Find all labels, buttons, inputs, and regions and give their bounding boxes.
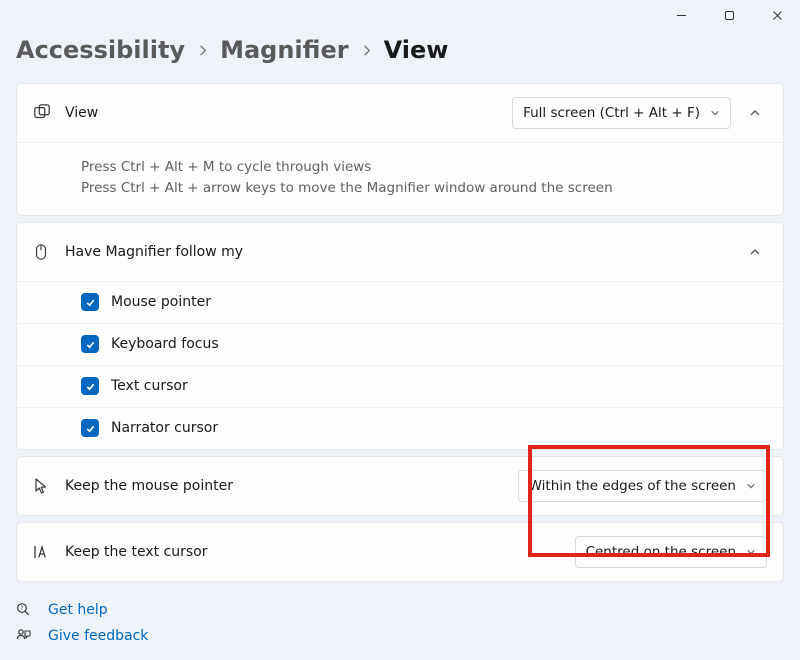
keep-mouse-select[interactable]: Within the edges of the screen: [518, 470, 767, 502]
cursor-arrow-icon: [33, 477, 65, 495]
keep-text-selected: Centred on the screen: [586, 544, 736, 560]
view-label: View: [65, 105, 512, 121]
keep-mouse-card: Keep the mouse pointer Within the edges …: [16, 456, 784, 516]
follow-option-label: Text cursor: [111, 378, 188, 394]
keep-mouse-row: Keep the mouse pointer Within the edges …: [17, 457, 783, 515]
follow-card: Have Magnifier follow my Mouse pointer K…: [16, 222, 784, 450]
view-mode-select[interactable]: Full screen (Ctrl + Alt + F): [512, 97, 731, 129]
checkbox-checked-icon[interactable]: [81, 335, 99, 353]
breadcrumb-magnifier[interactable]: Magnifier: [220, 36, 348, 65]
view-card: View Full screen (Ctrl + Alt + F) Press …: [16, 83, 784, 216]
get-help-link-row: ? Get help: [16, 602, 784, 618]
breadcrumb-accessibility[interactable]: Accessibility: [16, 36, 185, 65]
window-maximize-button[interactable]: [714, 0, 744, 30]
breadcrumb: Accessibility Magnifier View: [16, 36, 784, 65]
checkbox-checked-icon[interactable]: [81, 377, 99, 395]
checkbox-checked-icon[interactable]: [81, 293, 99, 311]
follow-option-mouse-pointer[interactable]: Mouse pointer: [17, 281, 783, 323]
collapse-follow-section-button[interactable]: [743, 240, 767, 264]
chevron-right-icon: [197, 45, 208, 56]
follow-option-label: Keyboard focus: [111, 336, 219, 352]
window-minimize-button[interactable]: [666, 0, 696, 30]
follow-option-narrator-cursor[interactable]: Narrator cursor: [17, 407, 783, 449]
window-close-button[interactable]: [762, 0, 792, 30]
follow-option-keyboard-focus[interactable]: Keyboard focus: [17, 323, 783, 365]
keep-text-card: Keep the text cursor Centred on the scre…: [16, 522, 784, 582]
footer-links: ? Get help Give feedback: [16, 602, 784, 644]
keep-text-select[interactable]: Centred on the screen: [575, 536, 767, 568]
keep-mouse-selected: Within the edges of the screen: [529, 478, 736, 494]
view-hint-1: Press Ctrl + Alt + M to cycle through vi…: [81, 157, 767, 178]
help-icon: ?: [16, 602, 36, 618]
view-hint-2: Press Ctrl + Alt + arrow keys to move th…: [81, 178, 767, 199]
breadcrumb-view: View: [384, 36, 449, 65]
follow-option-label: Narrator cursor: [111, 420, 218, 436]
give-feedback-link-row: Give feedback: [16, 628, 784, 644]
checkbox-checked-icon[interactable]: [81, 419, 99, 437]
view-icon: [33, 104, 65, 122]
chevron-down-icon: [710, 108, 720, 118]
follow-header-row[interactable]: Have Magnifier follow my: [17, 223, 783, 281]
follow-option-label: Mouse pointer: [111, 294, 211, 310]
keep-text-row: Keep the text cursor Centred on the scre…: [17, 523, 783, 581]
keep-mouse-label: Keep the mouse pointer: [65, 478, 518, 494]
chevron-right-icon: [361, 45, 372, 56]
feedback-icon: [16, 628, 36, 644]
view-mode-selected: Full screen (Ctrl + Alt + F): [523, 105, 700, 121]
get-help-link[interactable]: Get help: [48, 602, 108, 618]
chevron-down-icon: [746, 481, 756, 491]
view-header-row[interactable]: View Full screen (Ctrl + Alt + F): [17, 84, 783, 142]
collapse-view-section-button[interactable]: [743, 101, 767, 125]
follow-option-text-cursor[interactable]: Text cursor: [17, 365, 783, 407]
keep-text-label: Keep the text cursor: [65, 544, 575, 560]
chevron-down-icon: [746, 547, 756, 557]
give-feedback-link[interactable]: Give feedback: [48, 628, 148, 644]
view-hints: Press Ctrl + Alt + M to cycle through vi…: [17, 142, 783, 215]
text-cursor-icon: [33, 544, 65, 560]
svg-text:?: ?: [20, 605, 23, 612]
mouse-icon: [33, 243, 65, 261]
follow-label: Have Magnifier follow my: [65, 244, 743, 260]
